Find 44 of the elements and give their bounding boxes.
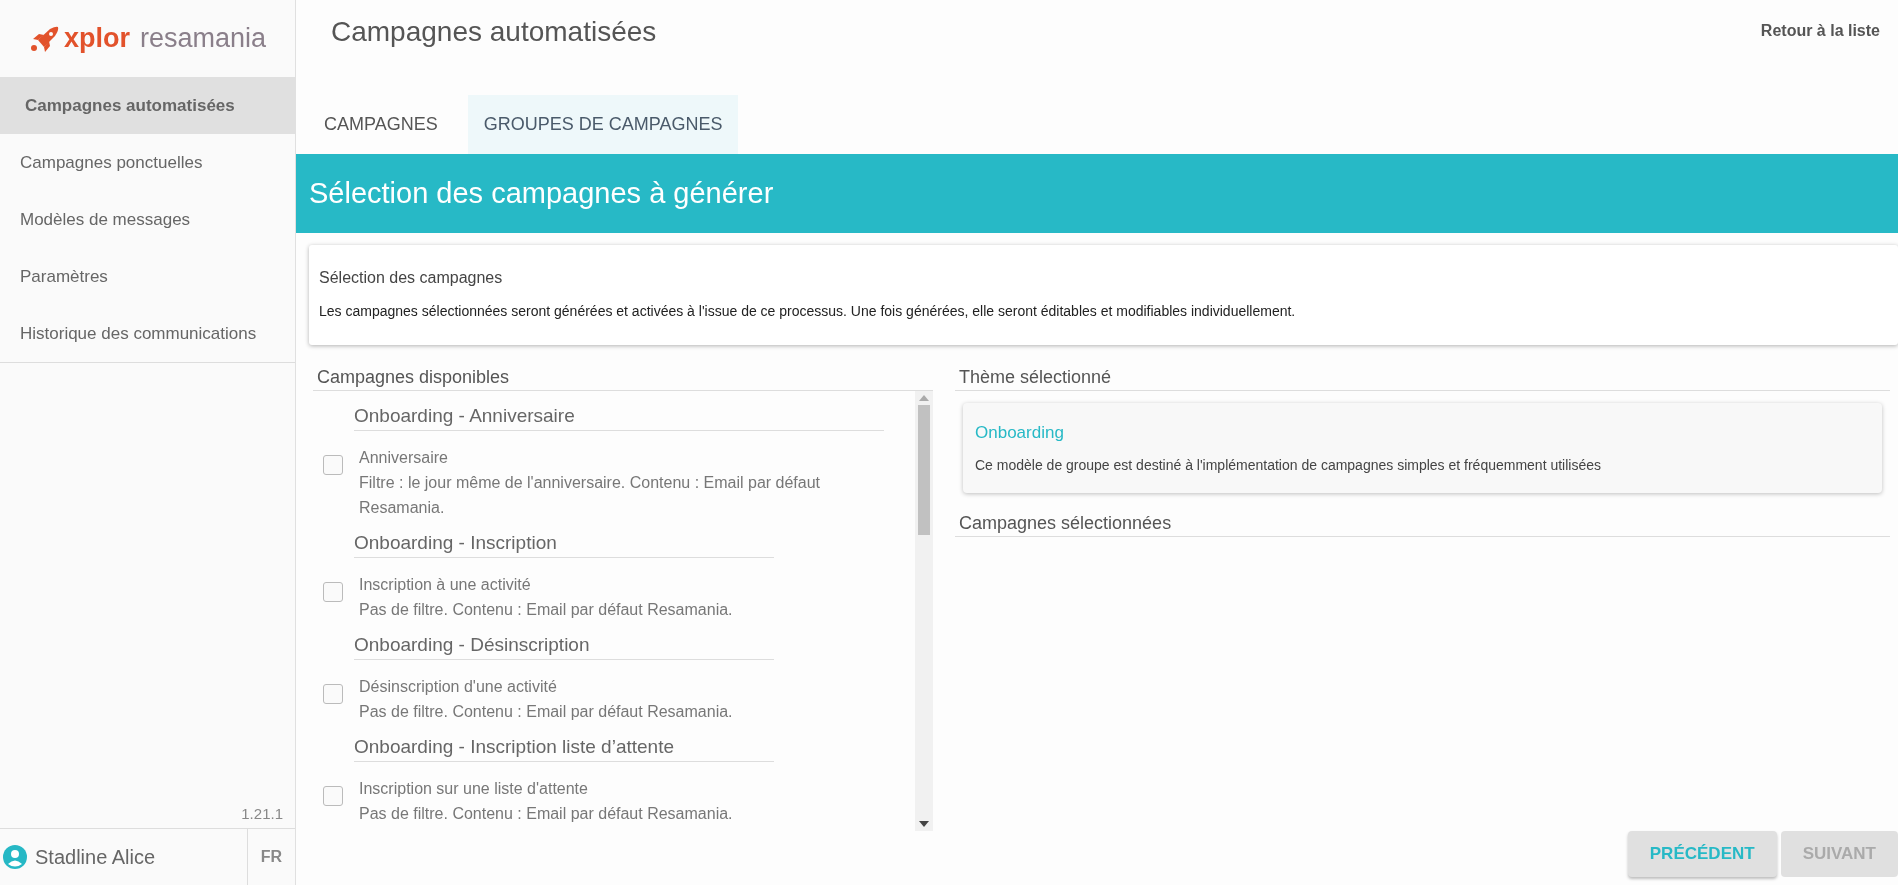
group-title: Onboarding - Inscription liste d’attente: [354, 736, 774, 762]
campaign-name: Désinscription d'une activité: [359, 677, 558, 697]
rocket-icon: [30, 25, 60, 52]
group-title: Onboarding - Anniversaire: [354, 405, 884, 431]
page-title: Campagnes automatisées: [331, 16, 657, 48]
user-name[interactable]: Stadline Alice: [35, 845, 156, 869]
user-avatar-icon: [3, 845, 27, 869]
logo-product: resamania: [140, 23, 267, 54]
campaign-description: Pas de filtre. Contenu : Email par défaut Resamania.: [359, 804, 734, 824]
section-title: Campagnes disponibles: [313, 367, 933, 391]
checkbox[interactable]: [323, 684, 343, 704]
campaign-description: Filtre : le jour même de l'anniversaire. Contenu : Email par défaut Resamania.: [359, 473, 822, 518]
section-title: Campagnes sélectionnées: [955, 513, 1890, 537]
info-title: Sélection des campagnes: [319, 269, 504, 287]
group-title: Onboarding - Inscription: [354, 532, 774, 558]
logo-brand: xplor: [64, 23, 130, 54]
section-title: Thème sélectionné: [955, 367, 1890, 391]
scrollbar-thumb[interactable]: [918, 405, 930, 535]
language-button[interactable]: FR: [247, 829, 295, 885]
sidebar-item[interactable]: Campagnes ponctuelles: [0, 134, 295, 191]
scroll-down-icon[interactable]: [919, 821, 929, 827]
checkbox[interactable]: [323, 786, 343, 806]
campaign-name: Anniversaire: [359, 448, 449, 468]
campaign-name: Inscription sur une liste d'attente: [359, 779, 589, 799]
theme-name: Onboarding: [975, 423, 1065, 443]
sidebar-item[interactable]: Campagnes automatisées: [0, 77, 295, 134]
campaign-description: Pas de filtre. Contenu : Email par défaut Resamania.: [359, 702, 734, 722]
tab[interactable]: CAMPAGNES: [309, 94, 453, 155]
group-title: Onboarding - Désinscription: [354, 634, 774, 660]
checkbox[interactable]: [323, 582, 343, 602]
banner-title: Sélection des campagnes à générer: [309, 177, 774, 210]
scrollbar[interactable]: [915, 391, 933, 831]
info-text: Les campagnes sélectionnées seront générées et activées à l'issue de ce processus. Une fois générées, elle seront éditables et modifiables individuellement.: [319, 303, 1297, 319]
version-label: 1.21.1: [0, 805, 295, 829]
sidebar-item[interactable]: Historique des communications: [0, 305, 295, 362]
campaign-description: Pas de filtre. Contenu : Email par défaut Resamania.: [359, 600, 734, 620]
scroll-up-icon[interactable]: [919, 395, 929, 401]
tab[interactable]: GROUPES DE CAMPAGNES: [467, 94, 739, 155]
theme-description: Ce modèle de groupe est destiné à l'implémentation de campagnes simples et fréquemment utilisées: [975, 457, 1602, 473]
checkbox[interactable]: [323, 455, 343, 475]
sidebar-item[interactable]: Paramètres: [0, 248, 295, 305]
sidebar-item[interactable]: Modèles de messages: [0, 191, 295, 248]
campaign-name: Inscription à une activité: [359, 575, 532, 595]
back-link[interactable]: Retour à la liste: [1760, 22, 1880, 40]
